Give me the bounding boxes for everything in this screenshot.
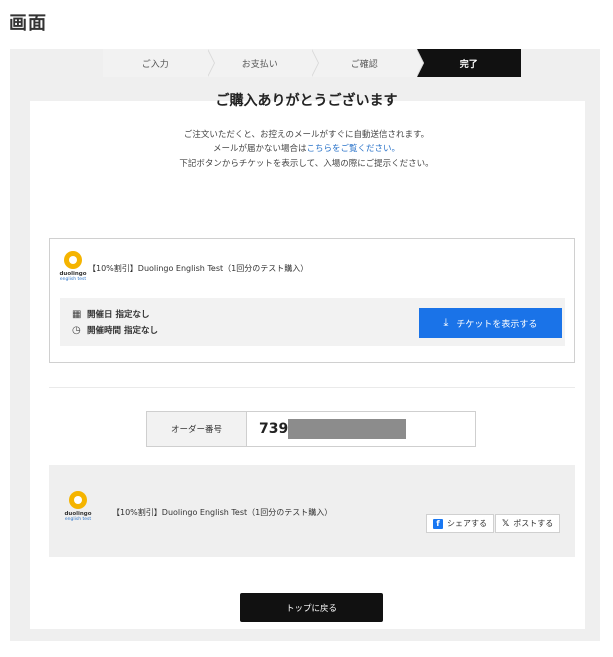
ticket-details-bar: ▦ 開催日 指定なし ◷ 開催時間 指定なし ⤓ チケットを表示する — [60, 298, 565, 346]
share-ticket-name: 【10%割引】Duolingo English Test（1回分のテスト購入） — [112, 508, 333, 517]
progress-steps: ご入力 お支払い ご確認 完了 — [103, 49, 521, 77]
order-number-label: オーダー番号 — [147, 412, 247, 446]
section-divider — [49, 387, 575, 388]
confirmation-message-1: ご注文いただくと、お控えのメールがすぐに自動送信されます。 — [183, 130, 430, 140]
step-complete: 完了 — [416, 49, 521, 77]
duolingo-logo: duolingo english test — [56, 251, 90, 285]
order-number-visible: 739 — [259, 421, 289, 437]
step-payment: お支払い — [207, 49, 319, 77]
event-time-label: 開催時間 指定なし — [87, 326, 158, 336]
facebook-share-label: シェアする — [447, 519, 487, 528]
step-input: ご入力 — [103, 49, 214, 77]
x-icon: 𝕏 — [502, 518, 510, 529]
event-date-label: 開催日 指定なし — [87, 310, 150, 320]
logo-sub: english test — [59, 277, 87, 282]
confirmation-message-2: メールが届かない場合はこちらをご覧ください。 — [0, 142, 613, 154]
step-confirm: ご確認 — [312, 49, 423, 77]
x-post-button[interactable]: 𝕏 ポストする — [495, 514, 561, 533]
event-date: ▦ 開催日 指定なし — [72, 308, 150, 321]
duolingo-logo-icon — [64, 251, 82, 269]
share-section: duolingo english test 【10%割引】Duolingo En… — [49, 465, 575, 557]
redaction-block — [288, 419, 407, 439]
share-duolingo-logo-icon — [69, 491, 87, 509]
x-post-label: ポストする — [513, 519, 554, 528]
share-duolingo-logo: duolingo english test — [61, 491, 95, 525]
order-number-value: 739 — [247, 412, 475, 446]
back-to-top-button[interactable]: トップに戻る — [240, 593, 383, 622]
show-ticket-label: チケットを表示する — [456, 319, 538, 330]
facebook-share-button[interactable]: f シェアする — [426, 514, 494, 533]
facebook-icon: f — [433, 518, 443, 529]
download-icon: ⤓ — [443, 316, 449, 329]
clock-icon: ◷ — [72, 324, 81, 336]
order-number-box: オーダー番号 739 — [146, 411, 476, 447]
page-title: ご購入ありがとうございます — [215, 93, 398, 109]
show-ticket-button[interactable]: ⤓ チケットを表示する — [419, 308, 562, 338]
ticket-name: 【10%割引】Duolingo English Test（1回分のテスト購入） — [88, 264, 309, 273]
confirmation-message-2-text: メールが届かない場合は — [212, 144, 307, 154]
ticket-card: duolingo english test 【10%割引】Duolingo En… — [49, 238, 575, 363]
share-logo-sub: english test — [64, 517, 92, 522]
help-link[interactable]: こちらをご覧ください。 — [307, 144, 401, 154]
confirmation-message-3: 下記ボタンからチケットを表示して、入場の際にご提示ください。 — [179, 159, 434, 169]
calendar-icon: ▦ — [72, 308, 82, 320]
event-time: ◷ 開催時間 指定なし — [72, 324, 158, 337]
screen-label: 画面 — [9, 13, 47, 34]
